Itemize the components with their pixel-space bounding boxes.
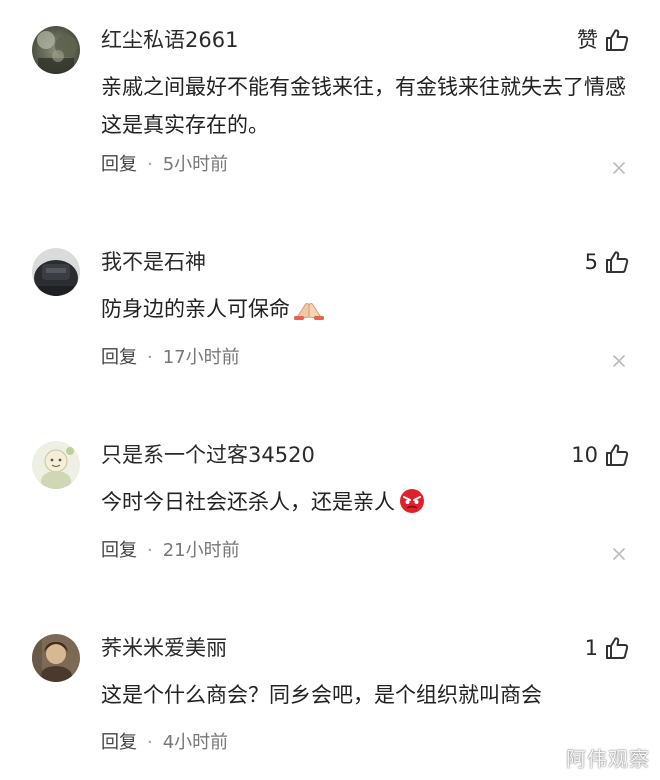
reply-button[interactable]: 回复 [101, 540, 137, 561]
like-count: 10 [571, 443, 598, 467]
thumbs-up-icon [604, 635, 630, 661]
like-button[interactable]: 10 [571, 439, 630, 471]
comment-meta: 回复 · 5小时前 [101, 153, 228, 177]
like-count: 1 [584, 636, 598, 660]
avatar-image [32, 26, 80, 74]
like-count: 5 [584, 250, 598, 274]
like-button[interactable]: 赞 [577, 24, 630, 56]
comment-text: 防身边的亲人可保命 [101, 290, 641, 333]
avatar[interactable] [32, 248, 80, 296]
avatar-image [32, 634, 80, 682]
separator-dot: · [147, 154, 153, 175]
separator-dot: · [147, 347, 153, 368]
angry-face-emoji [397, 488, 427, 526]
close-icon[interactable] [612, 354, 626, 368]
comment-meta: 回复 · 21小时前 [101, 539, 240, 563]
comment-text: 今时今日社会还杀人，还是亲人 [101, 483, 641, 526]
comment-meta: 回复 · 17小时前 [101, 346, 240, 370]
like-button[interactable]: 5 [585, 246, 630, 278]
comment-list: 红尘私语2661 赞 亲戚之间最好不能有金钱来往，有金钱来往就失去了情感这是真实… [0, 0, 660, 780]
pray-hands-emoji [292, 295, 326, 333]
thumbs-up-icon [604, 27, 630, 53]
comment-text: 亲戚之间最好不能有金钱来往，有金钱来往就失去了情感这是真实存在的。 [101, 75, 626, 137]
separator-dot: · [147, 540, 153, 561]
reply-button[interactable]: 回复 [101, 347, 137, 368]
avatar-image [32, 248, 80, 296]
timestamp: 4小时前 [162, 732, 229, 753]
watermark: 阿伟观察 [566, 747, 650, 771]
comment-meta: 回复 · 4小时前 [101, 731, 228, 755]
timestamp: 21小时前 [162, 540, 240, 561]
reply-button[interactable]: 回复 [101, 732, 137, 753]
avatar[interactable] [32, 26, 80, 74]
avatar-image [32, 441, 80, 489]
username[interactable]: 我不是石神 [101, 248, 206, 276]
username[interactable]: 荞米米爱美丽 [101, 634, 227, 662]
thumbs-up-icon [604, 249, 630, 275]
avatar[interactable] [32, 634, 80, 682]
comment-text-content: 今时今日社会还杀人，还是亲人 [101, 490, 395, 514]
close-icon[interactable] [612, 547, 626, 561]
like-count: 赞 [577, 28, 598, 52]
comment-text-content: 防身边的亲人可保命 [101, 297, 290, 321]
reply-button[interactable]: 回复 [101, 154, 137, 175]
close-icon[interactable] [612, 161, 626, 175]
comment-text: 这是个什么商会？同乡会吧，是个组织就叫商会 [101, 683, 542, 707]
username[interactable]: 只是系一个过客34520 [101, 441, 315, 469]
thumbs-up-icon [604, 442, 630, 468]
like-button[interactable]: 1 [585, 632, 630, 664]
separator-dot: · [147, 732, 153, 753]
username[interactable]: 红尘私语2661 [101, 26, 238, 54]
timestamp: 5小时前 [162, 154, 229, 175]
timestamp: 17小时前 [162, 347, 240, 368]
avatar[interactable] [32, 441, 80, 489]
